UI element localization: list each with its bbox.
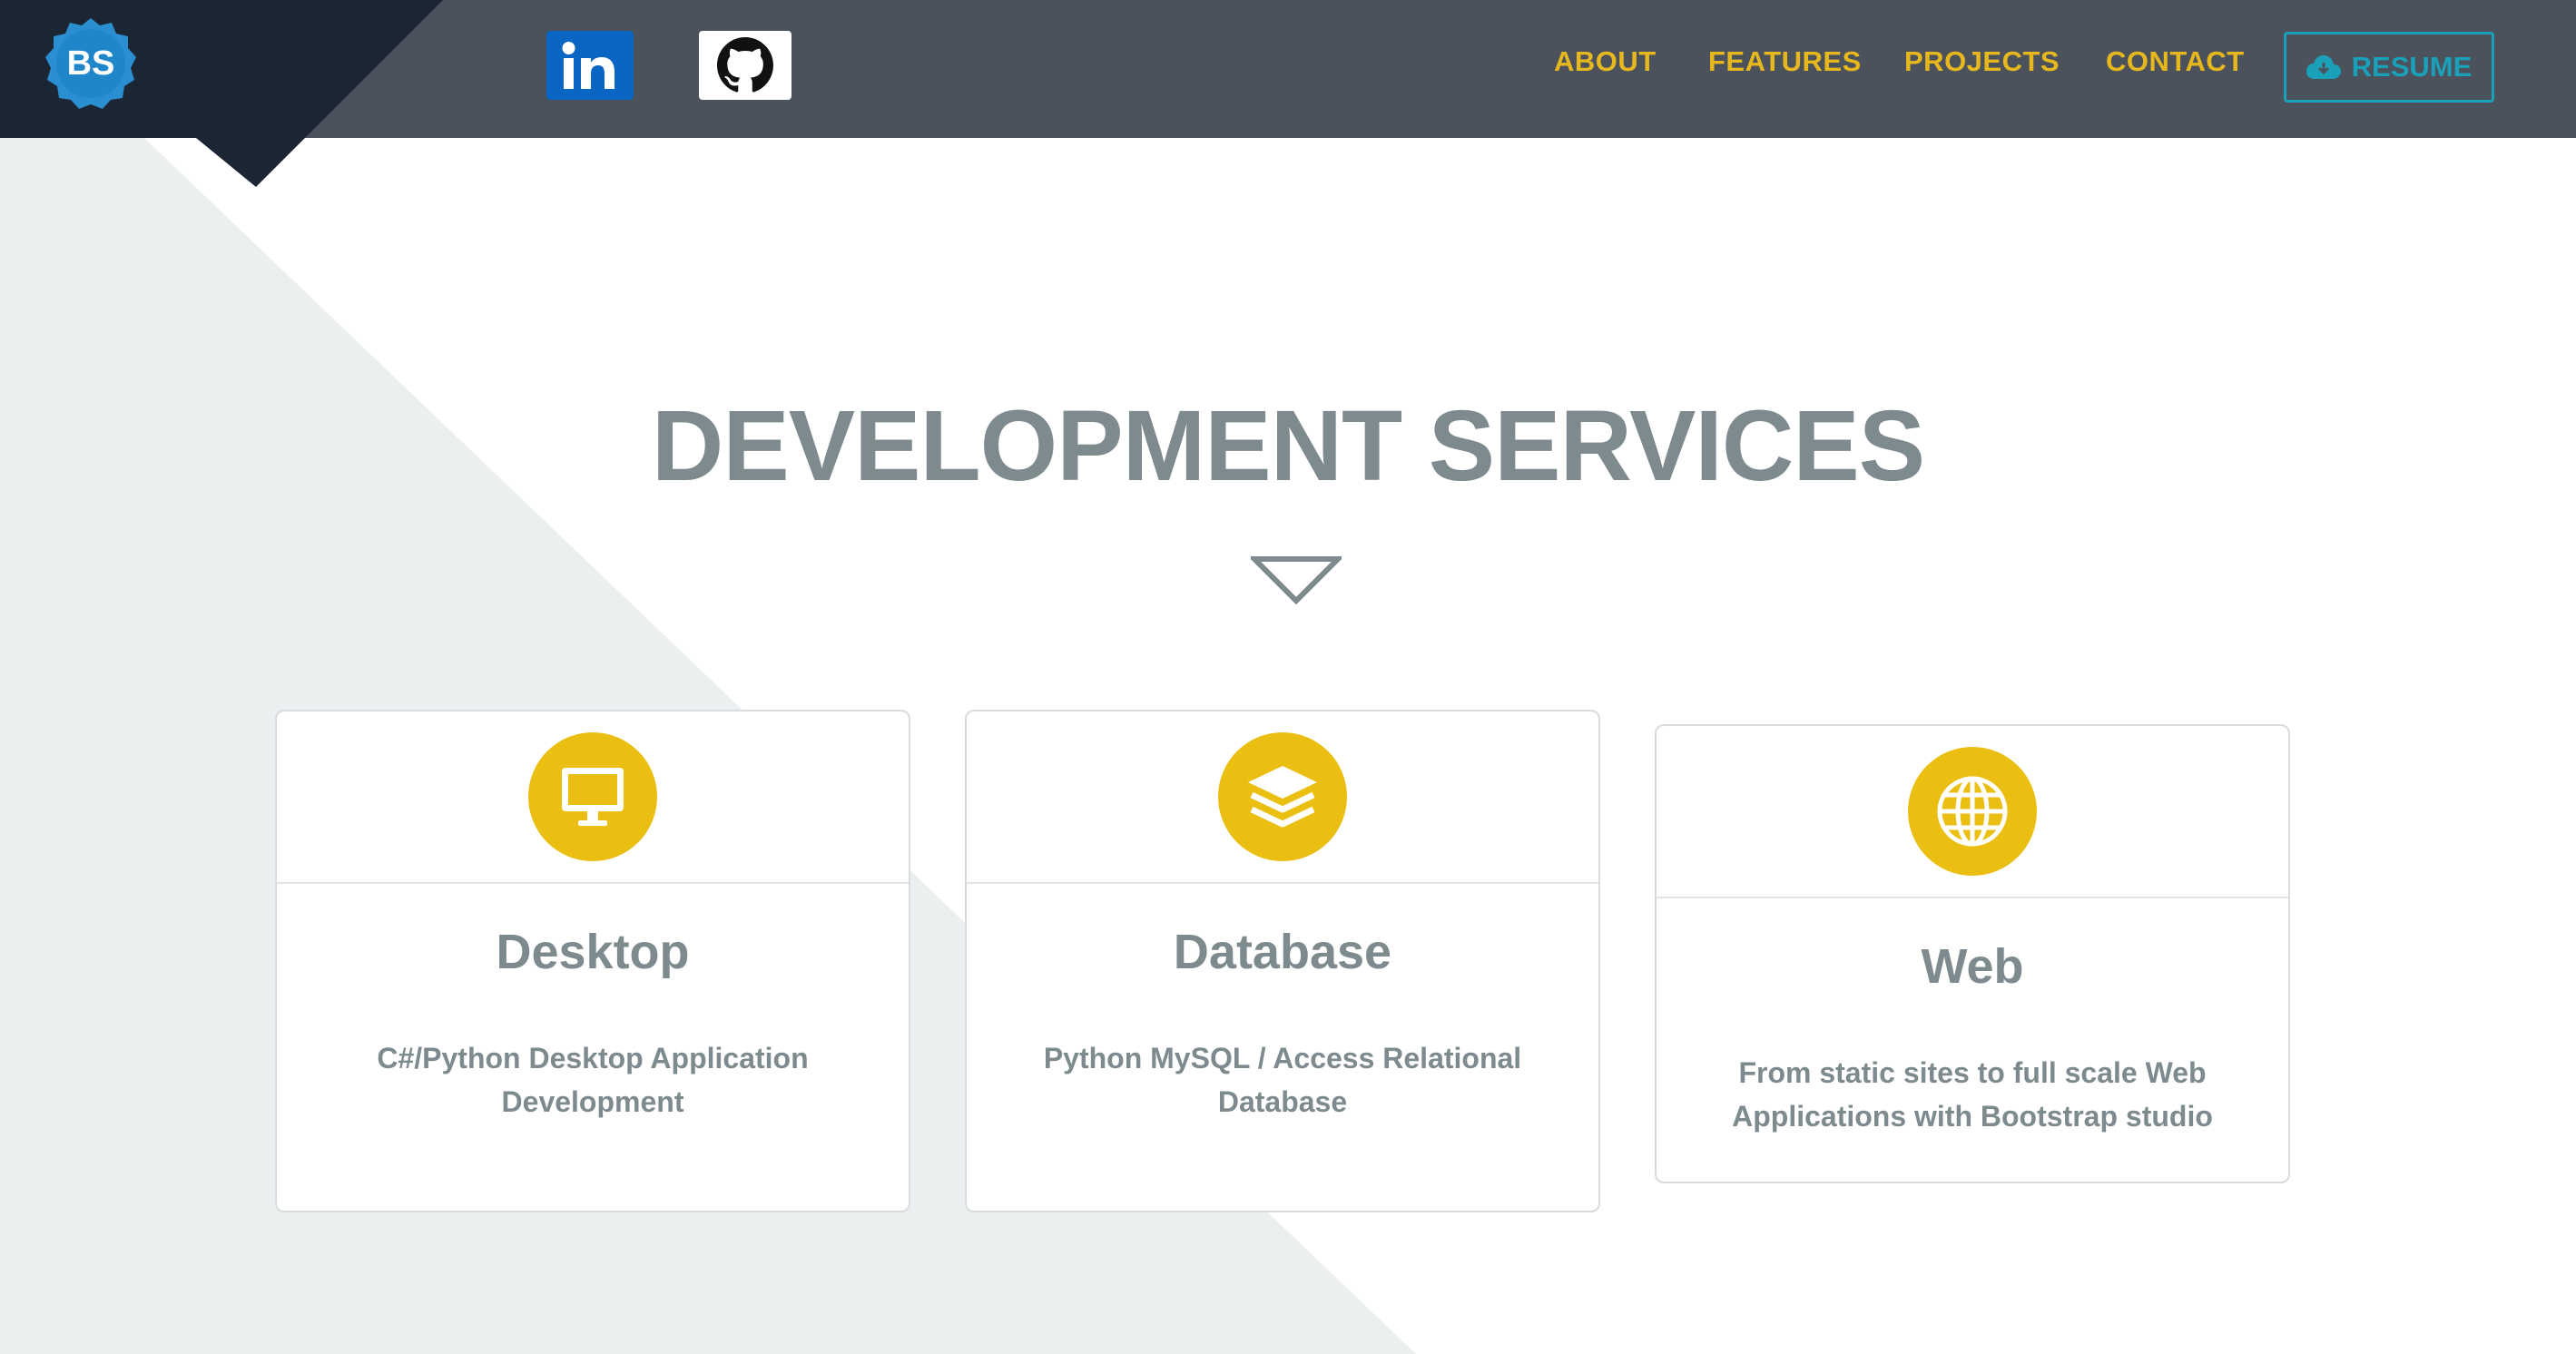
nav-link-about[interactable]: ABOUT: [1554, 45, 1657, 78]
brand-logo[interactable]: BS: [44, 16, 138, 111]
card-title: Web: [1921, 939, 2024, 994]
nav-link-features[interactable]: FEATURES: [1708, 45, 1862, 78]
icon-circle: [1908, 747, 2037, 876]
card-icon-area: [967, 711, 1598, 884]
card-title: Database: [1173, 925, 1392, 979]
card-icon-area: [1657, 726, 2288, 898]
resume-label: RESUME: [2351, 51, 2473, 83]
section-title: DEVELOPMENT SERVICES: [651, 390, 1925, 502]
card-description: C#/Python Desktop Application Developmen…: [377, 1042, 809, 1118]
card-title: Desktop: [496, 925, 690, 979]
github-button[interactable]: [699, 31, 791, 100]
chevron-down-icon: [1251, 556, 1342, 605]
linkedin-icon: [562, 42, 615, 89]
linkedin-button[interactable]: [546, 31, 634, 100]
icon-circle: [1218, 732, 1347, 861]
nav-link-projects[interactable]: PROJECTS: [1904, 45, 2060, 78]
resume-button[interactable]: RESUME: [2284, 32, 2494, 103]
nav-link-contact[interactable]: CONTACT: [2106, 45, 2245, 78]
layers-icon: [1248, 766, 1317, 828]
cloud-download-icon: [2306, 54, 2341, 79]
icon-circle: [528, 732, 657, 861]
card-description: Python MySQL / Access Relational Databas…: [1043, 1042, 1522, 1118]
brand-logo-text: BS: [66, 44, 115, 83]
card-icon-area: [277, 711, 909, 884]
service-card-database: Database Python MySQL / Access Relationa…: [965, 710, 1600, 1212]
monitor-icon: [562, 768, 624, 826]
card-description: From static sites to full scale Web Appl…: [1732, 1056, 2213, 1133]
page: BS ABOUT FEATURES PROJECTS CONTACT RESUM…: [0, 0, 2576, 1354]
service-card-desktop: Desktop C#/Python Desktop Application De…: [275, 710, 910, 1212]
service-card-web: Web From static sites to full scale Web …: [1655, 724, 2290, 1183]
globe-icon: [1937, 776, 2008, 847]
github-icon: [717, 37, 773, 93]
